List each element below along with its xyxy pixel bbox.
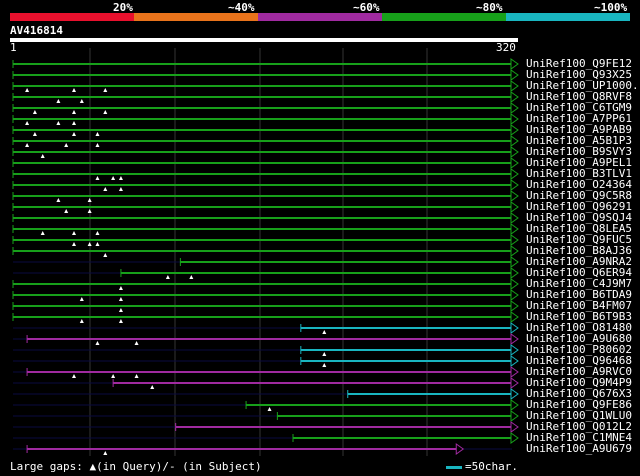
hit-end-arrow [510, 267, 519, 279]
gap-mark [72, 132, 77, 136]
hit-end-arrow [510, 179, 519, 191]
gap-mark [56, 99, 61, 103]
hit-end-arrow [510, 146, 519, 158]
hit-end-arrow [510, 58, 519, 70]
gap-mark [150, 385, 155, 389]
hit-end-arrow [510, 91, 519, 103]
hit-end-arrow [510, 80, 519, 92]
hit-end-arrow [510, 223, 519, 235]
hit-end-arrow [510, 344, 519, 356]
gap-mark [72, 110, 77, 114]
hit-end-arrow [510, 355, 519, 367]
gap-mark [72, 231, 77, 235]
gap-mark [95, 143, 100, 147]
hit-end-arrow [510, 124, 519, 136]
gap-mark [25, 88, 30, 92]
gap-mark [79, 99, 84, 103]
gap-mark [40, 154, 45, 158]
hit-end-arrow [510, 399, 519, 411]
hit-end-arrow [510, 289, 519, 301]
gap-mark [189, 275, 194, 279]
gap-mark [40, 231, 45, 235]
hit-end-arrow [510, 113, 519, 125]
gap-mark [322, 330, 327, 334]
hit-end-arrow [510, 366, 519, 378]
gap-mark [72, 88, 77, 92]
hit-label[interactable]: UniRef100_A9U679 [526, 443, 632, 454]
gap-mark [87, 198, 92, 202]
gap-mark [118, 176, 123, 180]
gap-mark [165, 275, 170, 279]
hit-end-arrow [510, 311, 519, 323]
gap-mark [72, 374, 77, 378]
gap-mark [103, 110, 108, 114]
gap-mark [103, 88, 108, 92]
hit-end-arrow [510, 322, 519, 334]
gap-mark [95, 132, 100, 136]
gap-mark [87, 209, 92, 213]
hit-end-arrow [510, 157, 519, 169]
hit-end-arrow [510, 69, 519, 81]
gap-mark [64, 209, 69, 213]
hit-end-arrow [510, 256, 519, 268]
hit-end-arrow [510, 333, 519, 345]
gap-mark [103, 451, 108, 455]
hit-end-arrow [510, 377, 519, 389]
gap-mark [95, 341, 100, 345]
gap-mark [118, 308, 123, 312]
gap-mark [25, 143, 30, 147]
hit-end-arrow [510, 168, 519, 180]
gap-mark [25, 121, 30, 125]
gap-mark [267, 407, 272, 411]
hit-end-arrow [510, 432, 519, 444]
gap-mark [95, 176, 100, 180]
hit-end-arrow [510, 278, 519, 290]
gap-mark [103, 253, 108, 257]
gap-mark [118, 319, 123, 323]
gap-mark [64, 143, 69, 147]
legend-scale-bar [446, 466, 462, 469]
hit-end-arrow [510, 190, 519, 202]
hit-end-arrow [510, 300, 519, 312]
gap-mark [95, 231, 100, 235]
gap-mark [79, 319, 84, 323]
gap-mark [322, 363, 327, 367]
gap-mark [56, 198, 61, 202]
gap-mark [103, 187, 108, 191]
gap-mark [95, 242, 100, 246]
hit-end-arrow [510, 388, 519, 400]
gap-mark [87, 242, 92, 246]
hit-end-arrow [510, 135, 519, 147]
gap-mark [118, 187, 123, 191]
gap-mark [134, 374, 139, 378]
gap-mark [79, 297, 84, 301]
gap-mark [72, 121, 77, 125]
hit-end-arrow [455, 443, 465, 455]
gap-mark [118, 286, 123, 290]
hit-end-arrow [510, 102, 519, 114]
gap-legend: Large gaps: ▲(in Query)/- (in Subject) [10, 460, 262, 473]
gap-mark [134, 341, 139, 345]
gap-mark [72, 242, 77, 246]
gap-mark [56, 121, 61, 125]
gap-mark [111, 374, 116, 378]
gap-mark [118, 297, 123, 301]
hit-end-arrow [510, 421, 519, 433]
gap-mark [32, 110, 37, 114]
hit-end-arrow [510, 212, 519, 224]
hit-end-arrow [510, 410, 519, 422]
hit-end-arrow [510, 245, 519, 257]
gap-mark [111, 176, 116, 180]
hit-end-arrow [510, 201, 519, 213]
gap-mark [322, 352, 327, 356]
gap-mark [32, 132, 37, 136]
legend-scale-text: =50char. [465, 460, 518, 473]
hit-end-arrow [510, 234, 519, 246]
